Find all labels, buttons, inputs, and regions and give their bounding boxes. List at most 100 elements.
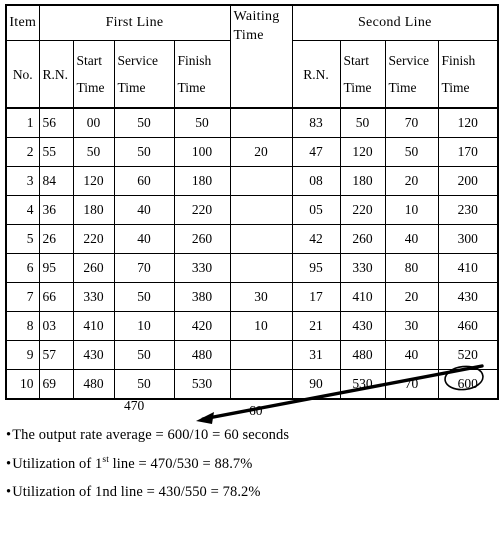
cell-finish-time-first: 480 <box>173 340 231 370</box>
subheader-item-no: No. <box>5 40 40 109</box>
header-waiting-time: Waiting Time <box>229 4 293 109</box>
header-waiting-time-line2: Time <box>233 27 264 43</box>
subheader-start-first-l1: Start <box>76 53 103 68</box>
cell-rn-second: 47 <box>291 137 341 167</box>
cell-start-time-first: 120 <box>72 166 115 196</box>
cell-service-time-first: 70 <box>113 253 175 283</box>
cell-waiting-time: 30 <box>229 282 293 312</box>
subheader-start-time-first: Start Time <box>72 40 115 109</box>
cell-rn-second: 17 <box>291 282 341 312</box>
cell-finish-time-second: 460 <box>437 311 499 341</box>
cell-item-no: 4 <box>5 195 40 225</box>
queue-simulation-table: Item First Line Waiting Time Second Line… <box>5 4 500 400</box>
note-line: •Utilization of 1st line = 470/530 = 88.… <box>6 455 486 472</box>
subheader-rn-second: R.N. <box>291 40 341 109</box>
cell-rn-second: 83 <box>291 107 341 138</box>
cell-service-time-first: 50 <box>113 107 175 138</box>
notes-list: • The output rate average = 600/10 = 60 s… <box>6 428 486 514</box>
worksheet-page: Item First Line Waiting Time Second Line… <box>0 0 504 540</box>
cell-item-no: 1 <box>5 107 40 138</box>
cell-rn-second: 42 <box>291 224 341 254</box>
cell-rn-first: 95 <box>38 253 74 283</box>
table-head: Item First Line Waiting Time Second Line… <box>5 4 499 109</box>
cell-service-time-second: 70 <box>384 369 439 400</box>
cell-rn-first: 57 <box>38 340 74 370</box>
cell-finish-time-first: 420 <box>173 311 231 341</box>
cell-finish-time-second: 120 <box>437 107 499 138</box>
subheader-service-first-l1: Service <box>117 53 158 68</box>
cell-item-no: 10 <box>5 369 40 400</box>
table-row: 3 84 120 60 180 08 180 20 200 <box>5 166 499 196</box>
bullet-dot-icon: • <box>6 484 12 500</box>
table-row: 10 69 480 50 530 90 530 70 600 <box>5 369 499 400</box>
subheader-service-time-second: Service Time <box>384 40 439 109</box>
table-row: 7 66 330 50 380 30 17 410 20 430 <box>5 282 499 312</box>
subheader-service-time-first: Service Time <box>113 40 175 109</box>
table-row: 4 36 180 40 220 05 220 10 230 <box>5 195 499 225</box>
cell-service-time-second: 20 <box>384 282 439 312</box>
subheader-start-time-second: Start Time <box>339 40 386 109</box>
cell-item-no: 5 <box>5 224 40 254</box>
cell-start-time-first: 260 <box>72 253 115 283</box>
annotation-arrow-head <box>196 412 214 424</box>
cell-start-time-second: 430 <box>339 311 386 341</box>
cell-rn-first: 56 <box>38 107 74 138</box>
cell-waiting-time <box>229 253 293 283</box>
cell-service-time-second: 40 <box>384 340 439 370</box>
cell-rn-second: 95 <box>291 253 341 283</box>
cell-rn-first: 55 <box>38 137 74 167</box>
note-line: •The output rate average = 600/10 = 60 s… <box>6 428 486 443</box>
cell-finish-time-second: 520 <box>437 340 499 370</box>
cell-start-time-first: 180 <box>72 195 115 225</box>
table-row: 9 57 430 50 480 31 480 40 520 <box>5 340 499 370</box>
subheader-finish-first-l1: Finish <box>177 53 212 68</box>
cell-waiting-time <box>229 107 293 138</box>
cell-rn-first: 36 <box>38 195 74 225</box>
cell-start-time-first: 50 <box>72 137 115 167</box>
cell-service-time-second: 50 <box>384 137 439 167</box>
cell-waiting-time <box>229 166 293 196</box>
cell-finish-time-second: 600 <box>437 369 499 400</box>
cell-start-time-first: 00 <box>72 107 115 138</box>
cell-rn-second: 08 <box>291 166 341 196</box>
cell-waiting-time <box>229 369 293 400</box>
cell-rn-first: 84 <box>38 166 74 196</box>
subheader-service-second-l2: Time <box>388 80 417 95</box>
total-first-line-service: 470 <box>124 398 145 413</box>
cell-rn-first: 26 <box>38 224 74 254</box>
cell-finish-time-second: 230 <box>437 195 499 225</box>
subheader-finish-second-l1: Finish <box>441 53 476 68</box>
note-text: Utilization of 1nd line = 430/550 = 78.2… <box>12 484 261 500</box>
cell-rn-first: 69 <box>38 369 74 400</box>
cell-finish-time-second: 200 <box>437 166 499 196</box>
cell-service-time-first: 50 <box>113 137 175 167</box>
table-row: 6 95 260 70 330 95 330 80 410 <box>5 253 499 283</box>
cell-service-time-first: 60 <box>113 166 175 196</box>
cell-finish-time-first: 380 <box>173 282 231 312</box>
cell-item-no: 3 <box>5 166 40 196</box>
table-row: 8 03 410 10 420 10 21 430 30 460 <box>5 311 499 341</box>
note-text-tail: line = 470/530 = 88.7% <box>108 455 253 472</box>
cell-start-time-first: 480 <box>72 369 115 400</box>
cell-service-time-second: 20 <box>384 166 439 196</box>
cell-service-time-second: 10 <box>384 195 439 225</box>
cell-start-time-second: 530 <box>339 369 386 400</box>
cell-waiting-time <box>229 340 293 370</box>
cell-finish-time-second: 410 <box>437 253 499 283</box>
cell-start-time-second: 480 <box>339 340 386 370</box>
note-text: The output rate average = 600/10 = 60 se… <box>12 427 290 443</box>
subheader-finish-second-l2: Time <box>441 80 470 95</box>
note-line: •Utilization of 1nd line = 430/550 = 78.… <box>6 485 486 500</box>
cell-start-time-second: 410 <box>339 282 386 312</box>
cell-finish-time-first: 180 <box>173 166 231 196</box>
cell-finish-time-first: 220 <box>173 195 231 225</box>
cell-item-no: 8 <box>5 311 40 341</box>
cell-finish-time-first: 330 <box>173 253 231 283</box>
cell-service-time-first: 40 <box>113 224 175 254</box>
cell-rn-second: 90 <box>291 369 341 400</box>
cell-start-time-first: 330 <box>72 282 115 312</box>
cell-finish-time-first: 50 <box>173 107 231 138</box>
total-waiting-time: 60 <box>249 403 263 418</box>
note-text: Utilization of 1 <box>12 455 103 472</box>
subheader-start-second-l2: Time <box>343 80 372 95</box>
